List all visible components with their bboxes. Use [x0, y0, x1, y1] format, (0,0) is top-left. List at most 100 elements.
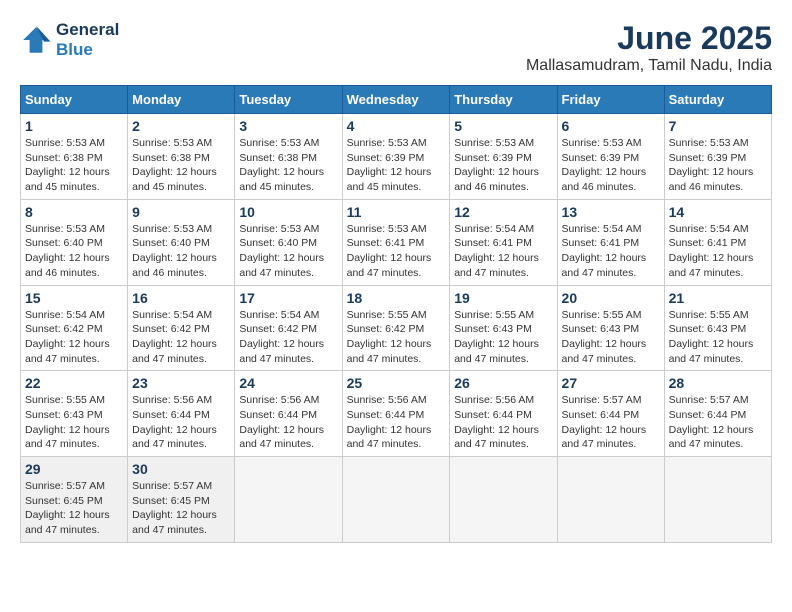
day-info: Sunrise: 5:57 AMSunset: 6:45 PMDaylight:…	[132, 479, 230, 538]
day-info: Sunrise: 5:53 AMSunset: 6:39 PMDaylight:…	[347, 136, 446, 195]
calendar-week-1: 1 Sunrise: 5:53 AMSunset: 6:38 PMDaylight…	[21, 114, 772, 200]
day-number: 30	[132, 461, 230, 477]
calendar-cell: 1 Sunrise: 5:53 AMSunset: 6:38 PMDaylight…	[21, 114, 128, 200]
page-header: General Blue June 2025 Mallasamudram, Ta…	[20, 20, 772, 75]
calendar-cell: 17Sunrise: 5:54 AMSunset: 6:42 PMDayligh…	[235, 285, 342, 371]
weekday-header-saturday: Saturday	[664, 86, 771, 114]
calendar-cell: 14 Sunrise: 5:54 AMSunset: 6:41 PMDayligh…	[664, 199, 771, 285]
day-number: 21	[669, 290, 767, 306]
calendar-cell: 20 Sunrise: 5:55 AMSunset: 6:43 PMDayligh…	[557, 285, 664, 371]
weekday-header-sunday: Sunday	[21, 86, 128, 114]
day-info: Sunrise: 5:56 AMSunset: 6:44 PMDaylight:…	[454, 393, 552, 452]
day-info: Sunrise: 5:55 AMSunset: 6:42 PMDaylight:…	[347, 308, 446, 367]
calendar-body: 1 Sunrise: 5:53 AMSunset: 6:38 PMDaylight…	[21, 114, 772, 543]
calendar-table: SundayMondayTuesdayWednesdayThursdayFrid…	[20, 85, 772, 543]
day-info: Sunrise: 5:57 AMSunset: 6:45 PMDaylight:…	[25, 479, 123, 538]
calendar-cell: 7 Sunrise: 5:53 AMSunset: 6:39 PMDaylight…	[664, 114, 771, 200]
title-area: June 2025 Mallasamudram, Tamil Nadu, Ind…	[526, 20, 772, 75]
weekday-header-monday: Monday	[128, 86, 235, 114]
calendar-cell: 12 Sunrise: 5:54 AMSunset: 6:41 PMDayligh…	[450, 199, 557, 285]
calendar-cell: 5Sunrise: 5:53 AMSunset: 6:39 PMDaylight…	[450, 114, 557, 200]
calendar-cell: 26 Sunrise: 5:56 AMSunset: 6:44 PMDayligh…	[450, 371, 557, 457]
day-number: 6	[562, 118, 660, 134]
day-number: 26	[454, 375, 552, 391]
logo: General Blue	[20, 20, 119, 60]
day-number: 20	[562, 290, 660, 306]
month-title: June 2025	[526, 20, 772, 57]
day-number: 4	[347, 118, 446, 134]
day-info: Sunrise: 5:54 AMSunset: 6:41 PMDaylight:…	[454, 222, 552, 281]
day-info: Sunrise: 5:53 AMSunset: 6:40 PMDaylight:…	[239, 222, 337, 281]
day-info: Sunrise: 5:53 AMSunset: 6:39 PMDaylight:…	[669, 136, 767, 195]
calendar-cell	[235, 457, 342, 543]
calendar-cell: 2 Sunrise: 5:53 AMSunset: 6:38 PMDaylight…	[128, 114, 235, 200]
calendar-cell: 19 Sunrise: 5:55 AMSunset: 6:43 PMDayligh…	[450, 285, 557, 371]
day-info: Sunrise: 5:56 AMSunset: 6:44 PMDaylight:…	[239, 393, 337, 452]
calendar-cell: 29 Sunrise: 5:57 AMSunset: 6:45 PMDayligh…	[21, 457, 128, 543]
day-number: 29	[25, 461, 123, 477]
day-info: Sunrise: 5:54 AMSunset: 6:42 PMDaylight:…	[132, 308, 230, 367]
calendar-week-2: 8 Sunrise: 5:53 AMSunset: 6:40 PMDaylight…	[21, 199, 772, 285]
calendar-cell: 23Sunrise: 5:56 AMSunset: 6:44 PMDayligh…	[128, 371, 235, 457]
day-info: Sunrise: 5:53 AMSunset: 6:39 PMDaylight:…	[454, 136, 552, 195]
calendar-cell: 25 Sunrise: 5:56 AMSunset: 6:44 PMDayligh…	[342, 371, 450, 457]
day-number: 17	[239, 290, 337, 306]
day-info: Sunrise: 5:55 AMSunset: 6:43 PMDaylight:…	[562, 308, 660, 367]
day-number: 14	[669, 204, 767, 220]
day-info: Sunrise: 5:53 AMSunset: 6:41 PMDaylight:…	[347, 222, 446, 281]
day-number: 10	[239, 204, 337, 220]
day-number: 2	[132, 118, 230, 134]
calendar-cell: 21 Sunrise: 5:55 AMSunset: 6:43 PMDayligh…	[664, 285, 771, 371]
day-number: 19	[454, 290, 552, 306]
day-info: Sunrise: 5:55 AMSunset: 6:43 PMDaylight:…	[454, 308, 552, 367]
day-info: Sunrise: 5:56 AMSunset: 6:44 PMDaylight:…	[347, 393, 446, 452]
calendar-cell: 9 Sunrise: 5:53 AMSunset: 6:40 PMDaylight…	[128, 199, 235, 285]
calendar-week-3: 15 Sunrise: 5:54 AMSunset: 6:42 PMDayligh…	[21, 285, 772, 371]
day-number: 7	[669, 118, 767, 134]
day-number: 1	[25, 118, 123, 134]
day-info: Sunrise: 5:53 AMSunset: 6:40 PMDaylight:…	[132, 222, 230, 281]
day-number: 23	[132, 375, 230, 391]
day-number: 15	[25, 290, 123, 306]
day-info: Sunrise: 5:54 AMSunset: 6:41 PMDaylight:…	[669, 222, 767, 281]
day-number: 9	[132, 204, 230, 220]
weekday-header-wednesday: Wednesday	[342, 86, 450, 114]
calendar-cell: 13 Sunrise: 5:54 AMSunset: 6:41 PMDayligh…	[557, 199, 664, 285]
weekday-header-tuesday: Tuesday	[235, 86, 342, 114]
calendar-cell: 24Sunrise: 5:56 AMSunset: 6:44 PMDayligh…	[235, 371, 342, 457]
calendar-cell: 11 Sunrise: 5:53 AMSunset: 6:41 PMDayligh…	[342, 199, 450, 285]
day-info: Sunrise: 5:53 AMSunset: 6:40 PMDaylight:…	[25, 222, 123, 281]
day-info: Sunrise: 5:57 AMSunset: 6:44 PMDaylight:…	[562, 393, 660, 452]
day-info: Sunrise: 5:53 AMSunset: 6:38 PMDaylight:…	[132, 136, 230, 195]
day-number: 12	[454, 204, 552, 220]
day-info: Sunrise: 5:55 AMSunset: 6:43 PMDaylight:…	[25, 393, 123, 452]
weekday-header-friday: Friday	[557, 86, 664, 114]
calendar-cell: 10 Sunrise: 5:53 AMSunset: 6:40 PMDayligh…	[235, 199, 342, 285]
day-number: 28	[669, 375, 767, 391]
logo-icon	[20, 24, 52, 56]
calendar-cell: 15Sunrise: 5:54 AMSunset: 6:42 PMDayligh…	[21, 285, 128, 371]
day-number: 18	[347, 290, 446, 306]
calendar-cell: 18 Sunrise: 5:55 AMSunset: 6:42 PMDayligh…	[342, 285, 450, 371]
day-number: 3	[239, 118, 337, 134]
day-number: 13	[562, 204, 660, 220]
calendar-cell: 6Sunrise: 5:53 AMSunset: 6:39 PMDaylight…	[557, 114, 664, 200]
day-info: Sunrise: 5:54 AMSunset: 6:41 PMDaylight:…	[562, 222, 660, 281]
calendar-week-5: 29 Sunrise: 5:57 AMSunset: 6:45 PMDayligh…	[21, 457, 772, 543]
logo-text: General Blue	[56, 20, 119, 60]
day-info: Sunrise: 5:55 AMSunset: 6:43 PMDaylight:…	[669, 308, 767, 367]
day-number: 25	[347, 375, 446, 391]
calendar-header-row: SundayMondayTuesdayWednesdayThursdayFrid…	[21, 86, 772, 114]
day-number: 8	[25, 204, 123, 220]
calendar-cell: 22Sunrise: 5:55 AMSunset: 6:43 PMDayligh…	[21, 371, 128, 457]
calendar-cell	[557, 457, 664, 543]
calendar-cell	[342, 457, 450, 543]
day-info: Sunrise: 5:53 AMSunset: 6:38 PMDaylight:…	[25, 136, 123, 195]
day-info: Sunrise: 5:57 AMSunset: 6:44 PMDaylight:…	[669, 393, 767, 452]
calendar-cell: 4 Sunrise: 5:53 AMSunset: 6:39 PMDaylight…	[342, 114, 450, 200]
day-info: Sunrise: 5:53 AMSunset: 6:38 PMDaylight:…	[239, 136, 337, 195]
weekday-header-thursday: Thursday	[450, 86, 557, 114]
day-number: 11	[347, 204, 446, 220]
calendar-cell: 28 Sunrise: 5:57 AMSunset: 6:44 PMDayligh…	[664, 371, 771, 457]
location-title: Mallasamudram, Tamil Nadu, India	[526, 57, 772, 75]
